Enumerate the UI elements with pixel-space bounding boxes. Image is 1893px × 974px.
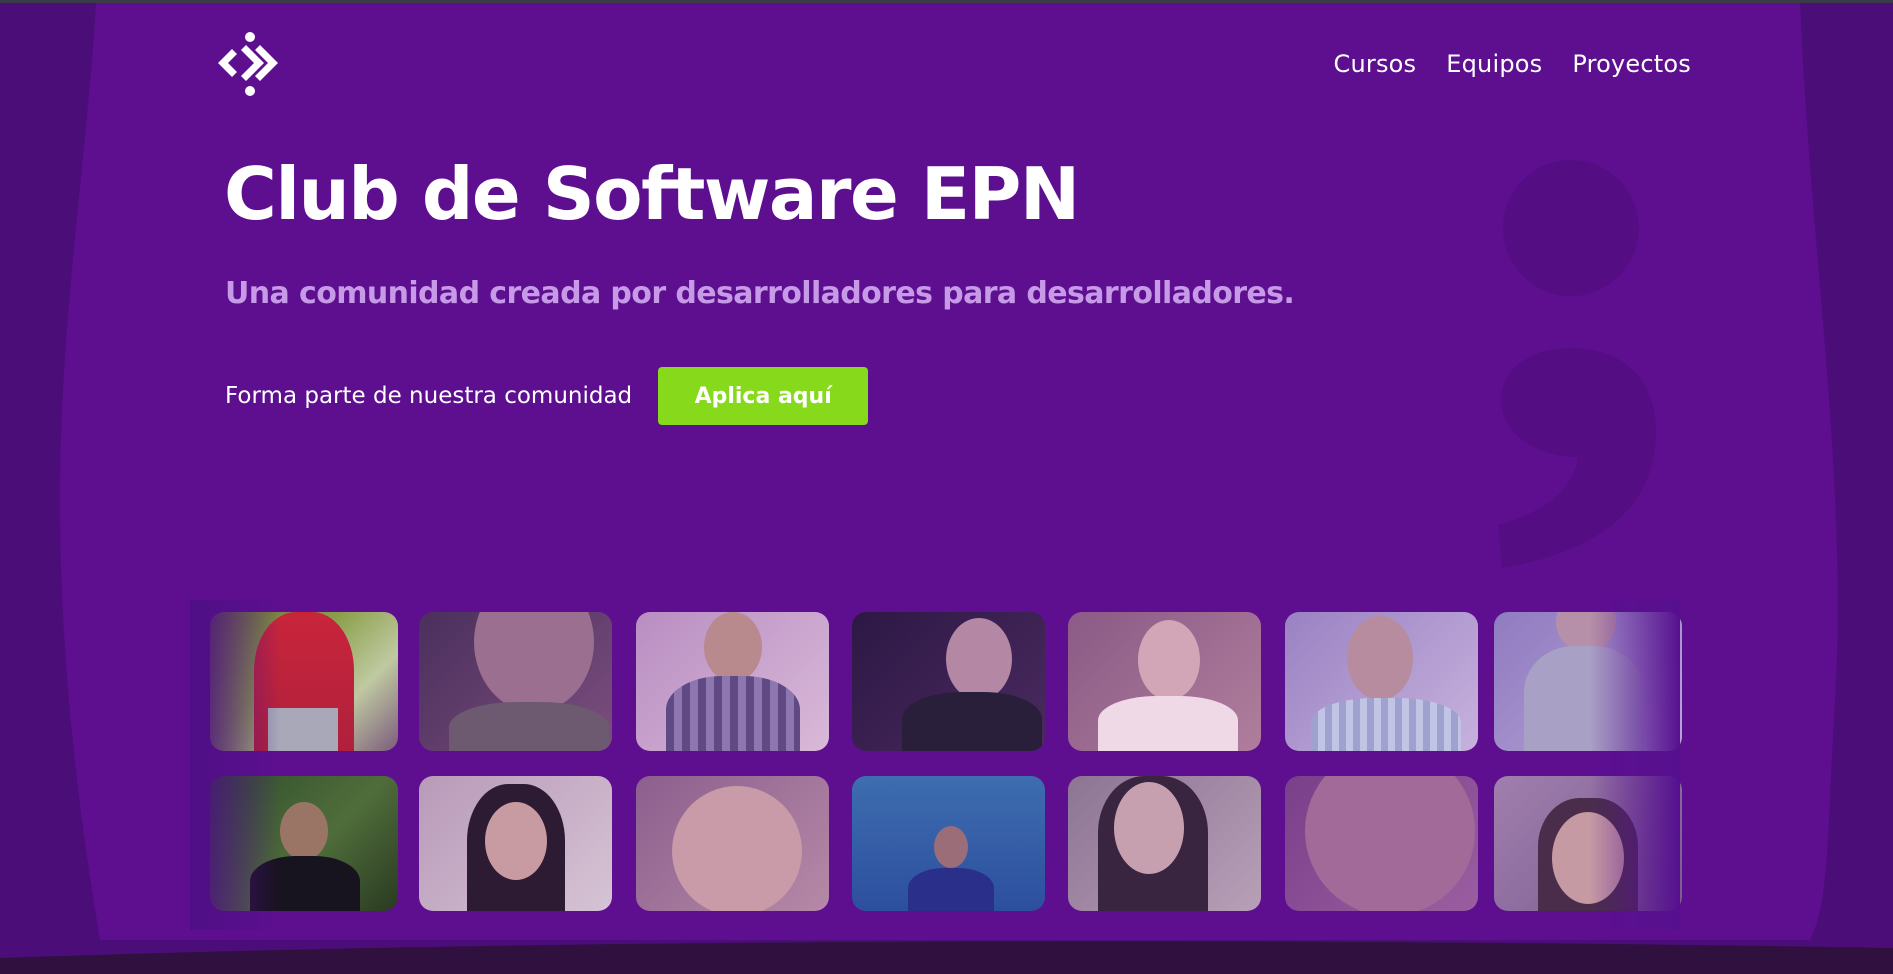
member-photo xyxy=(210,776,398,911)
member-photo xyxy=(852,612,1045,751)
nav-item-equipos[interactable]: Equipos xyxy=(1446,50,1542,78)
member-photo xyxy=(636,776,829,911)
semicolon-decoration-icon xyxy=(1498,160,1656,568)
member-photo xyxy=(636,612,829,751)
top-border xyxy=(0,0,1893,3)
page: Cursos Equipos Proyectos Club de Softwar… xyxy=(0,0,1893,974)
member-photo xyxy=(1068,776,1261,911)
member-photo xyxy=(210,612,398,751)
main-nav: Cursos Equipos Proyectos xyxy=(1334,50,1691,78)
member-photo xyxy=(1285,612,1478,751)
apply-button[interactable]: Aplica aquí xyxy=(658,367,869,425)
member-photo xyxy=(419,612,612,751)
club-logo-icon[interactable] xyxy=(218,31,282,97)
member-photo xyxy=(1494,776,1682,911)
nav-item-proyectos[interactable]: Proyectos xyxy=(1572,50,1691,78)
page-title: Club de Software EPN xyxy=(224,152,1080,236)
cta-text: Forma parte de nuestra comunidad xyxy=(225,383,633,409)
member-photo xyxy=(1068,612,1261,751)
page-subtitle: Una comunidad creada por desarrolladores… xyxy=(225,276,1295,311)
member-photo xyxy=(1285,776,1478,911)
member-photo xyxy=(1494,612,1682,751)
member-photo xyxy=(852,776,1045,911)
member-photo xyxy=(419,776,612,911)
nav-item-cursos[interactable]: Cursos xyxy=(1334,50,1417,78)
cta-row: Forma parte de nuestra comunidad Aplica … xyxy=(225,367,869,425)
